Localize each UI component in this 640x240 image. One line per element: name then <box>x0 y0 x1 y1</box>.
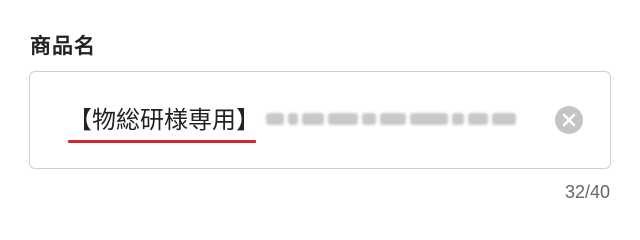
product-name-input-text: 【物総研様専用】 <box>68 106 260 134</box>
product-name-label: 商品名 <box>30 34 96 58</box>
clear-input-button[interactable] <box>555 106 583 134</box>
product-name-input[interactable]: 【物総研様専用】 <box>29 71 611 169</box>
highlight-underline <box>68 140 256 143</box>
character-counter: 32/40 <box>564 182 610 202</box>
blurred-product-name-text <box>266 108 528 130</box>
close-circle-icon <box>562 113 576 127</box>
